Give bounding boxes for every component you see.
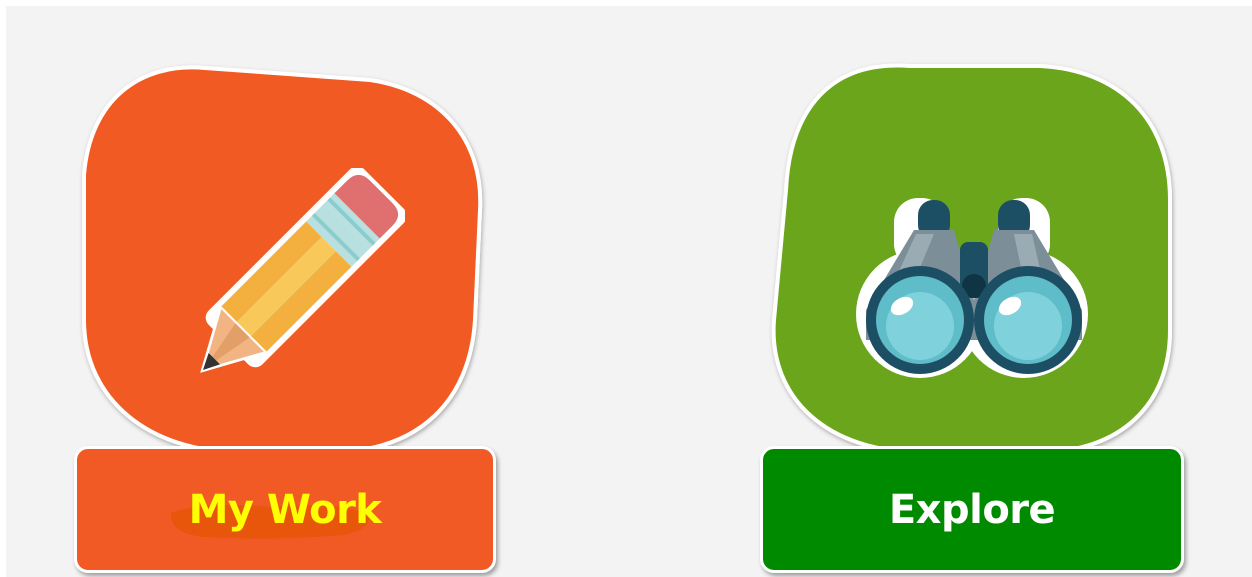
my-work-button[interactable]: My Work [74,446,496,573]
explore-button[interactable]: Explore [760,446,1184,573]
my-work-label: My Work [188,486,382,533]
explore-label: Explore [888,486,1056,533]
pencil-icon [200,168,405,373]
binoculars-icon [856,198,1088,378]
